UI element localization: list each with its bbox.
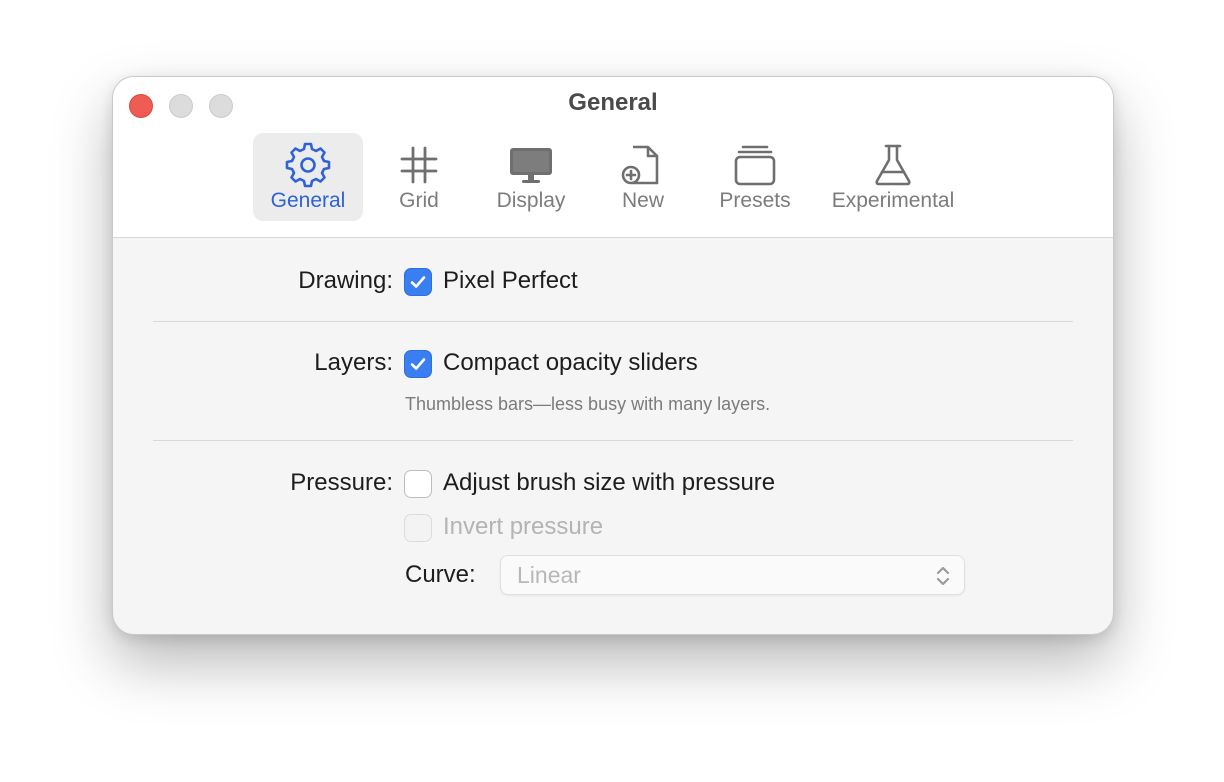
gear-icon: [285, 142, 331, 188]
compact-sliders-label[interactable]: Compact opacity sliders: [443, 349, 698, 377]
tab-grid[interactable]: Grid: [369, 133, 469, 221]
layers-label: Layers:: [314, 349, 393, 376]
tab-label: New: [621, 189, 664, 212]
tab-label: Grid: [399, 189, 439, 212]
curve-select[interactable]: Linear: [500, 555, 965, 595]
tab-label: Presets: [719, 189, 791, 212]
tab-display[interactable]: Display: [481, 133, 581, 221]
flask-icon: [875, 144, 911, 186]
window-title: General: [568, 89, 658, 116]
presets-icon: [734, 145, 776, 186]
new-document-icon: [621, 145, 659, 185]
drawing-label: Drawing:: [298, 267, 393, 294]
display-icon: [510, 148, 552, 183]
tab-label: Experimental: [831, 189, 955, 212]
compact-sliders-helper: Thumbless bars—less busy with many layer…: [405, 394, 771, 414]
titlebar: General General Grid Display New Presets…: [113, 77, 1113, 238]
tab-label: Display: [496, 189, 566, 212]
tab-general[interactable]: General: [253, 133, 363, 221]
adjust-brush-checkbox[interactable]: [404, 470, 432, 498]
checkmark-icon: [410, 276, 426, 288]
divider: [153, 321, 1073, 322]
curve-label: Curve:: [405, 561, 476, 588]
tab-new[interactable]: New: [593, 133, 693, 221]
invert-pressure-label[interactable]: Invert pressure: [443, 513, 603, 541]
tab-experimental[interactable]: Experimental: [821, 133, 965, 221]
pixel-perfect-label[interactable]: Pixel Perfect: [443, 267, 578, 295]
preferences-window: General General Grid Display New Presets…: [112, 76, 1114, 635]
compact-sliders-checkbox[interactable]: [404, 350, 432, 378]
pixel-perfect-checkbox[interactable]: [404, 268, 432, 296]
curve-select-value: Linear: [517, 562, 581, 588]
settings-pane: Drawing: Pixel Perfect Layers: Compact o…: [113, 238, 1113, 634]
chevron-up-down-icon: [936, 566, 950, 586]
pressure-label: Pressure:: [290, 469, 393, 496]
invert-pressure-checkbox[interactable]: [404, 514, 432, 542]
divider: [153, 440, 1073, 441]
tab-label: General: [270, 189, 346, 212]
adjust-brush-label[interactable]: Adjust brush size with pressure: [443, 469, 775, 497]
tab-presets[interactable]: Presets: [705, 133, 805, 221]
grid-icon: [400, 146, 438, 184]
checkmark-icon: [410, 358, 426, 370]
